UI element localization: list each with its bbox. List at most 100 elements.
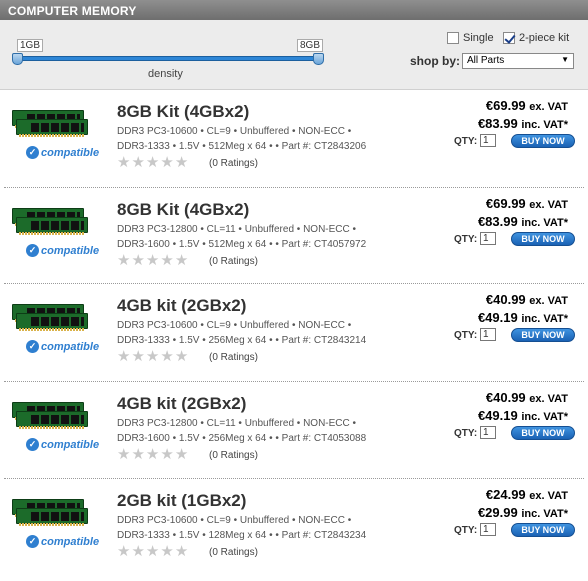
ratings-count[interactable]: (0 Ratings) xyxy=(209,450,258,461)
price-inc-amount: €49.19 xyxy=(477,310,518,325)
ratings-count[interactable]: (0 Ratings) xyxy=(209,352,258,363)
single-label: Single xyxy=(463,32,494,44)
star-icon: ★ xyxy=(145,348,160,365)
density-slider-min-handle[interactable] xyxy=(12,53,23,65)
star-icon: ★ xyxy=(117,348,131,365)
inc-vat-label: inc. VAT* xyxy=(521,119,568,131)
buy-now-button[interactable]: BUY NOW xyxy=(511,523,575,537)
ex-vat-label: ex. VAT xyxy=(529,199,568,211)
compatible-badge: ✓ compatible xyxy=(26,535,99,548)
inc-vat-label: inc. VAT* xyxy=(521,508,568,520)
price-inc-vat: €49.19 inc. VAT* xyxy=(478,408,568,423)
single-option[interactable]: Single xyxy=(447,32,494,44)
qty-input[interactable]: 1 xyxy=(480,328,496,341)
check-icon: ✓ xyxy=(26,438,39,451)
ratings-count[interactable]: (0 Ratings) xyxy=(209,547,258,558)
product-row: ✓ compatible 4GB kit (2GBx2) DDR3 PC3-12… xyxy=(0,386,588,484)
twopiece-option[interactable]: 2-piece kit xyxy=(503,32,569,44)
price-inc-amount: €83.99 xyxy=(477,116,518,131)
price-inc-vat: €83.99 inc. VAT* xyxy=(478,116,568,131)
product-spec-line1: DDR3 PC3-10600 • CL=9 • Unbuffered • NON… xyxy=(117,515,352,526)
density-slider-track[interactable] xyxy=(18,56,320,61)
twopiece-checkbox[interactable] xyxy=(503,32,515,44)
qty-input[interactable]: 1 xyxy=(480,232,496,245)
ex-vat-label: ex. VAT xyxy=(529,393,568,405)
price-ex-vat: €69.99 ex. VAT xyxy=(486,196,568,211)
rating-stars[interactable]: ★ ★ ★ ★ ★ xyxy=(117,155,189,170)
row-divider xyxy=(4,187,584,188)
filter-panel: 1GB 8GB density Single 2-piece kit shop … xyxy=(0,20,588,90)
compatible-badge: ✓ compatible xyxy=(26,244,99,257)
compatible-badge: ✓ compatible xyxy=(26,340,99,353)
star-icon: ★ xyxy=(131,154,145,171)
star-icon: ★ xyxy=(174,543,189,560)
product-title[interactable]: 4GB kit (2GBx2) xyxy=(117,394,246,414)
star-icon: ★ xyxy=(131,543,145,560)
star-icon: ★ xyxy=(174,154,189,171)
check-icon: ✓ xyxy=(26,146,39,159)
star-icon: ★ xyxy=(117,154,131,171)
product-spec-line2: DDR3-1333 • 1.5V • 128Meg x 64 • • Part … xyxy=(117,530,367,541)
price-ex-amount: €40.99 xyxy=(485,390,526,405)
check-icon: ✓ xyxy=(26,535,39,548)
buy-now-button[interactable]: BUY NOW xyxy=(511,232,575,246)
inc-vat-label: inc. VAT* xyxy=(521,313,568,325)
buy-now-button[interactable]: BUY NOW xyxy=(511,134,575,148)
inc-vat-label: inc. VAT* xyxy=(521,217,568,229)
star-icon: ★ xyxy=(131,252,145,269)
chevron-down-icon: ▼ xyxy=(561,55,569,64)
compatible-label: compatible xyxy=(41,438,100,451)
twopiece-label: 2-piece kit xyxy=(519,32,570,44)
price-ex-vat: €40.99 ex. VAT xyxy=(486,292,568,307)
single-checkbox[interactable] xyxy=(447,32,459,44)
product-title[interactable]: 8GB Kit (4GBx2) xyxy=(117,200,249,220)
compatible-label: compatible xyxy=(41,535,100,548)
ratings-count[interactable]: (0 Ratings) xyxy=(209,256,258,267)
check-icon: ✓ xyxy=(26,340,39,353)
rating-stars[interactable]: ★ ★ ★ ★ ★ xyxy=(117,253,189,268)
star-icon: ★ xyxy=(174,446,189,463)
shop-by-label: shop by: xyxy=(410,54,460,68)
product-spec-line2: DDR3-1333 • 1.5V • 256Meg x 64 • • Part … xyxy=(117,335,367,346)
star-icon: ★ xyxy=(145,252,160,269)
ex-vat-label: ex. VAT xyxy=(529,490,568,502)
price-ex-vat: €40.99 ex. VAT xyxy=(486,390,568,405)
product-title[interactable]: 4GB kit (2GBx2) xyxy=(117,296,246,316)
qty-label: QTY: xyxy=(454,234,478,245)
row-divider xyxy=(4,381,584,382)
product-spec-line1: DDR3 PC3-10600 • CL=9 • Unbuffered • NON… xyxy=(117,126,352,137)
qty-input[interactable]: 1 xyxy=(480,523,496,536)
price-inc-amount: €49.19 xyxy=(477,408,518,423)
qty-label: QTY: xyxy=(454,525,478,536)
star-icon: ★ xyxy=(145,543,160,560)
ratings-count[interactable]: (0 Ratings) xyxy=(209,158,258,169)
price-ex-amount: €69.99 xyxy=(485,98,526,113)
price-ex-vat: €69.99 ex. VAT xyxy=(486,98,568,113)
product-title[interactable]: 8GB Kit (4GBx2) xyxy=(117,102,249,122)
star-icon: ★ xyxy=(131,446,145,463)
density-slider-max-handle[interactable] xyxy=(313,53,324,65)
price-ex-amount: €40.99 xyxy=(485,292,526,307)
buy-now-button[interactable]: BUY NOW xyxy=(511,328,575,342)
rating-stars[interactable]: ★ ★ ★ ★ ★ xyxy=(117,544,189,559)
rating-stars[interactable]: ★ ★ ★ ★ ★ xyxy=(117,447,189,462)
compatible-label: compatible xyxy=(41,340,100,353)
qty-input[interactable]: 1 xyxy=(480,426,496,439)
shop-by-select[interactable]: All Parts ▼ xyxy=(462,53,574,69)
qty-input[interactable]: 1 xyxy=(480,134,496,147)
buy-now-button[interactable]: BUY NOW xyxy=(511,426,575,440)
compatible-badge: ✓ compatible xyxy=(26,438,99,451)
star-icon: ★ xyxy=(131,348,145,365)
compatible-badge: ✓ compatible xyxy=(26,146,99,159)
star-icon: ★ xyxy=(117,252,131,269)
slider-max-label: 8GB xyxy=(297,39,324,52)
product-row: ✓ compatible 8GB Kit (4GBx2) DDR3 PC3-12… xyxy=(0,192,588,290)
memory-module-image: ✓ compatible xyxy=(12,402,99,451)
star-icon: ★ xyxy=(160,252,174,269)
ex-vat-label: ex. VAT xyxy=(529,295,568,307)
rating-stars[interactable]: ★ ★ ★ ★ ★ xyxy=(117,349,189,364)
price-inc-amount: €29.99 xyxy=(477,505,518,520)
qty-label: QTY: xyxy=(454,330,478,341)
star-icon: ★ xyxy=(117,446,131,463)
product-title[interactable]: 2GB kit (1GBx2) xyxy=(117,491,246,511)
